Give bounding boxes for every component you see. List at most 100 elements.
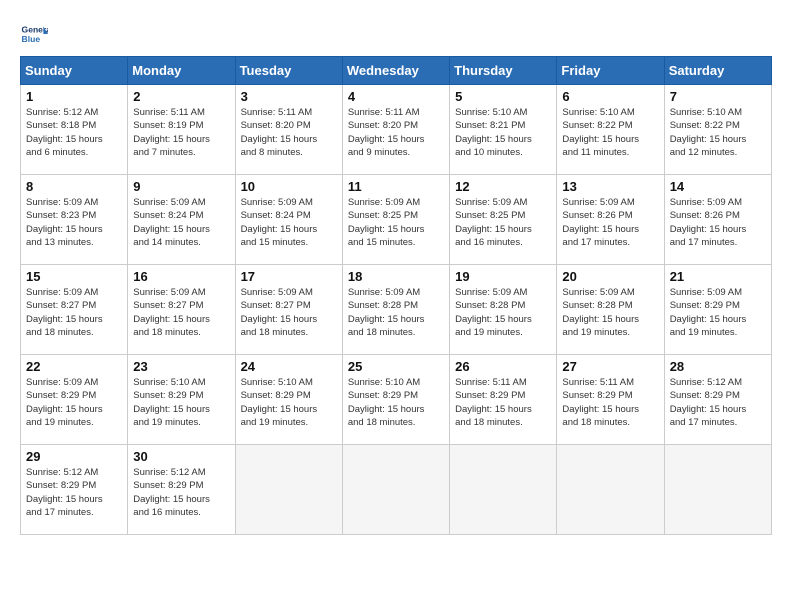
day-info: Sunrise: 5:09 AMSunset: 8:25 PMDaylight:… (455, 196, 551, 249)
calendar-day-cell: 27 Sunrise: 5:11 AMSunset: 8:29 PMDayligh… (557, 355, 664, 445)
day-number: 6 (562, 89, 658, 104)
calendar-header-cell: Monday (128, 57, 235, 85)
day-info: Sunrise: 5:11 AMSunset: 8:29 PMDaylight:… (562, 376, 658, 429)
calendar-day-cell: 6 Sunrise: 5:10 AMSunset: 8:22 PMDaylight… (557, 85, 664, 175)
day-number: 4 (348, 89, 444, 104)
day-info: Sunrise: 5:09 AMSunset: 8:26 PMDaylight:… (562, 196, 658, 249)
day-number: 18 (348, 269, 444, 284)
calendar-header-cell: Friday (557, 57, 664, 85)
calendar-day-cell: 26Sunrise: 5:11 AMSunset: 8:29 PMDayligh… (450, 355, 557, 445)
day-info: Sunrise: 5:10 AMSunset: 8:29 PMDaylight:… (133, 376, 229, 429)
calendar-day-cell: 20 Sunrise: 5:09 AMSunset: 8:28 PMDayligh… (557, 265, 664, 355)
calendar-day-cell: 21 Sunrise: 5:09 AMSunset: 8:29 PMDayligh… (664, 265, 771, 355)
day-info: Sunrise: 5:09 AMSunset: 8:24 PMDaylight:… (133, 196, 229, 249)
calendar-table: SundayMondayTuesdayWednesdayThursdayFrid… (20, 56, 772, 535)
day-number: 24 (241, 359, 337, 374)
calendar-day-cell: 1Sunrise: 5:12 AMSunset: 8:18 PMDaylight… (21, 85, 128, 175)
calendar-day-cell (342, 445, 449, 535)
calendar-day-cell: 7 Sunrise: 5:10 AMSunset: 8:22 PMDaylight… (664, 85, 771, 175)
calendar-day-cell: 3Sunrise: 5:11 AMSunset: 8:20 PMDaylight… (235, 85, 342, 175)
day-number: 27 (562, 359, 658, 374)
day-number: 17 (241, 269, 337, 284)
day-info: Sunrise: 5:09 AMSunset: 8:24 PMDaylight:… (241, 196, 337, 249)
calendar-week-row: 8 Sunrise: 5:09 AMSunset: 8:23 PMDaylight… (21, 175, 772, 265)
calendar-day-cell: 29 Sunrise: 5:12 AMSunset: 8:29 PMDayligh… (21, 445, 128, 535)
calendar-header-cell: Wednesday (342, 57, 449, 85)
calendar-day-cell: 2 Sunrise: 5:11 AMSunset: 8:19 PMDaylight… (128, 85, 235, 175)
day-info: Sunrise: 5:10 AMSunset: 8:29 PMDaylight:… (348, 376, 444, 429)
calendar-day-cell: 30Sunrise: 5:12 AMSunset: 8:29 PMDayligh… (128, 445, 235, 535)
day-info: Sunrise: 5:09 AMSunset: 8:28 PMDaylight:… (562, 286, 658, 339)
calendar-body: 1Sunrise: 5:12 AMSunset: 8:18 PMDaylight… (21, 85, 772, 535)
calendar-day-cell: 14 Sunrise: 5:09 AMSunset: 8:26 PMDayligh… (664, 175, 771, 265)
day-number: 10 (241, 179, 337, 194)
day-info: Sunrise: 5:12 AMSunset: 8:29 PMDaylight:… (670, 376, 766, 429)
day-info: Sunrise: 5:10 AMSunset: 8:21 PMDaylight:… (455, 106, 551, 159)
day-number: 20 (562, 269, 658, 284)
day-number: 28 (670, 359, 766, 374)
day-number: 12 (455, 179, 551, 194)
day-number: 25 (348, 359, 444, 374)
day-info: Sunrise: 5:11 AMSunset: 8:20 PMDaylight:… (348, 106, 444, 159)
day-info: Sunrise: 5:11 AMSunset: 8:19 PMDaylight:… (133, 106, 229, 159)
calendar-day-cell: 16 Sunrise: 5:09 AMSunset: 8:27 PMDayligh… (128, 265, 235, 355)
calendar-header: SundayMondayTuesdayWednesdayThursdayFrid… (21, 57, 772, 85)
day-info: Sunrise: 5:09 AMSunset: 8:23 PMDaylight:… (26, 196, 122, 249)
day-number: 15 (26, 269, 122, 284)
day-info: Sunrise: 5:12 AMSunset: 8:29 PMDaylight:… (133, 466, 229, 519)
calendar-day-cell: 10 Sunrise: 5:09 AMSunset: 8:24 PMDayligh… (235, 175, 342, 265)
day-number: 19 (455, 269, 551, 284)
calendar-week-row: 29 Sunrise: 5:12 AMSunset: 8:29 PMDayligh… (21, 445, 772, 535)
day-info: Sunrise: 5:09 AMSunset: 8:25 PMDaylight:… (348, 196, 444, 249)
calendar-day-cell: 12 Sunrise: 5:09 AMSunset: 8:25 PMDayligh… (450, 175, 557, 265)
calendar-day-cell: 22 Sunrise: 5:09 AMSunset: 8:29 PMDayligh… (21, 355, 128, 445)
calendar-day-cell (557, 445, 664, 535)
calendar-day-cell (664, 445, 771, 535)
day-number: 29 (26, 449, 122, 464)
page-header: General Blue (20, 20, 772, 48)
day-number: 3 (241, 89, 337, 104)
calendar-day-cell: 13 Sunrise: 5:09 AMSunset: 8:26 PMDayligh… (557, 175, 664, 265)
calendar-day-cell: 24 Sunrise: 5:10 AMSunset: 8:29 PMDayligh… (235, 355, 342, 445)
calendar-day-cell: 17Sunrise: 5:09 AMSunset: 8:27 PMDayligh… (235, 265, 342, 355)
day-info: Sunrise: 5:09 AMSunset: 8:27 PMDaylight:… (133, 286, 229, 339)
day-info: Sunrise: 5:09 AMSunset: 8:29 PMDaylight:… (670, 286, 766, 339)
svg-text:Blue: Blue (22, 34, 41, 44)
calendar-day-cell: 19 Sunrise: 5:09 AMSunset: 8:28 PMDayligh… (450, 265, 557, 355)
day-number: 21 (670, 269, 766, 284)
calendar-day-cell: 4 Sunrise: 5:11 AMSunset: 8:20 PMDaylight… (342, 85, 449, 175)
day-number: 23 (133, 359, 229, 374)
calendar-header-cell: Thursday (450, 57, 557, 85)
calendar-week-row: 1Sunrise: 5:12 AMSunset: 8:18 PMDaylight… (21, 85, 772, 175)
day-info: Sunrise: 5:10 AMSunset: 8:22 PMDaylight:… (670, 106, 766, 159)
day-number: 26 (455, 359, 551, 374)
calendar-day-cell: 18 Sunrise: 5:09 AMSunset: 8:28 PMDayligh… (342, 265, 449, 355)
calendar-day-cell (450, 445, 557, 535)
day-number: 13 (562, 179, 658, 194)
calendar-week-row: 22 Sunrise: 5:09 AMSunset: 8:29 PMDayligh… (21, 355, 772, 445)
calendar-day-cell: 28 Sunrise: 5:12 AMSunset: 8:29 PMDayligh… (664, 355, 771, 445)
day-number: 1 (26, 89, 122, 104)
day-number: 2 (133, 89, 229, 104)
day-info: Sunrise: 5:09 AMSunset: 8:29 PMDaylight:… (26, 376, 122, 429)
day-number: 16 (133, 269, 229, 284)
calendar-day-cell: 15 Sunrise: 5:09 AMSunset: 8:27 PMDayligh… (21, 265, 128, 355)
day-info: Sunrise: 5:10 AMSunset: 8:29 PMDaylight:… (241, 376, 337, 429)
day-number: 8 (26, 179, 122, 194)
day-info: Sunrise: 5:09 AMSunset: 8:26 PMDaylight:… (670, 196, 766, 249)
calendar-day-cell: 23 Sunrise: 5:10 AMSunset: 8:29 PMDayligh… (128, 355, 235, 445)
calendar-day-cell: 25 Sunrise: 5:10 AMSunset: 8:29 PMDayligh… (342, 355, 449, 445)
day-number: 22 (26, 359, 122, 374)
calendar-day-cell: 11Sunrise: 5:09 AMSunset: 8:25 PMDayligh… (342, 175, 449, 265)
day-number: 5 (455, 89, 551, 104)
calendar-day-cell (235, 445, 342, 535)
day-info: Sunrise: 5:10 AMSunset: 8:22 PMDaylight:… (562, 106, 658, 159)
day-number: 14 (670, 179, 766, 194)
day-number: 7 (670, 89, 766, 104)
calendar-day-cell: 5 Sunrise: 5:10 AMSunset: 8:21 PMDaylight… (450, 85, 557, 175)
day-info: Sunrise: 5:12 AMSunset: 8:29 PMDaylight:… (26, 466, 122, 519)
calendar-header-cell: Tuesday (235, 57, 342, 85)
day-info: Sunrise: 5:09 AMSunset: 8:28 PMDaylight:… (455, 286, 551, 339)
day-info: Sunrise: 5:09 AMSunset: 8:27 PMDaylight:… (26, 286, 122, 339)
day-info: Sunrise: 5:09 AMSunset: 8:28 PMDaylight:… (348, 286, 444, 339)
